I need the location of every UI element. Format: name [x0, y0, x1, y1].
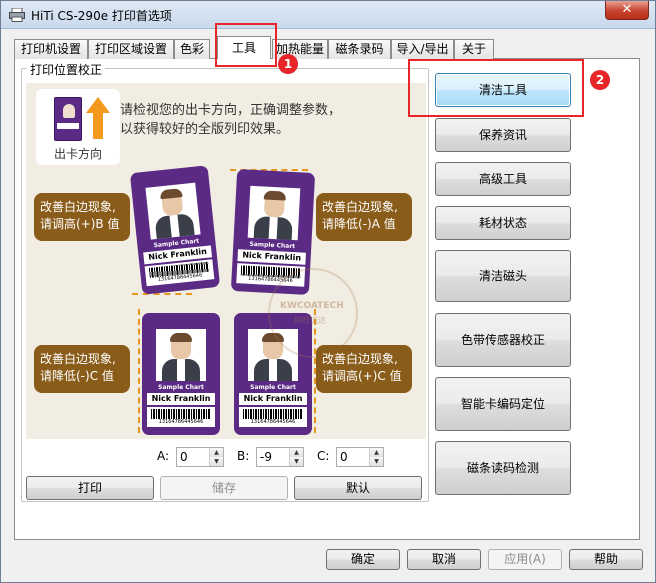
offset-a-up-arrow-icon[interactable]: ▲	[210, 448, 223, 457]
offset-b-value[interactable]: -9	[260, 450, 272, 464]
save-button[interactable]: 储存	[160, 476, 288, 500]
arrow-up-icon	[86, 97, 110, 139]
tab-magstripe-encoding[interactable]: 磁条录码	[328, 39, 391, 59]
watermark-text: KWCOATECH	[280, 301, 344, 311]
bubble-raise-c: 改善白边现象, 请调高(+)C 值	[316, 345, 412, 393]
apply-button[interactable]: 应用(A)	[488, 549, 562, 570]
maintenance-info-button[interactable]: 保养资讯	[435, 118, 571, 152]
bubble-raise-b: 改善白边现象, 请调高(+)B 值	[34, 193, 130, 241]
offset-a-value[interactable]: 0	[180, 450, 188, 464]
intro-text: 请检视您的出卡方向，正确调整参数， 以获得较好的全版列印效果。	[120, 103, 342, 137]
offset-b-down-arrow-icon[interactable]: ▼	[290, 457, 303, 466]
default-button[interactable]: 默认	[294, 476, 422, 500]
printer-preferences-dialog: HiTi CS-290e 打印首选项 ✕ 打印机设置 打印区域设置 色彩 工具 …	[0, 0, 656, 583]
step-marker-1: 1	[278, 54, 298, 74]
magstripe-read-test-button[interactable]: 磁条读码检测	[435, 441, 571, 495]
close-button[interactable]: ✕	[605, 1, 649, 20]
smartcard-encoding-position-button[interactable]: 智能卡编码定位	[435, 377, 571, 431]
bubble-lower-a: 改善白边现象, 请降低(-)A 值	[316, 193, 412, 241]
offset-c-spinner[interactable]: 0 ▲ ▼	[336, 447, 384, 467]
offset-b-spinner[interactable]: -9 ▲ ▼	[256, 447, 304, 467]
group-title: 打印位置校正	[27, 61, 106, 78]
offset-c-label: C:	[317, 449, 330, 463]
tab-print-area[interactable]: 打印区域设置	[88, 39, 174, 59]
cancel-button[interactable]: 取消	[407, 549, 481, 570]
tab-printer-settings[interactable]: 打印机设置	[14, 39, 88, 59]
print-button[interactable]: 打印	[26, 476, 154, 500]
ribbon-sensor-calibration-button[interactable]: 色带传感器校正	[435, 313, 571, 367]
offset-b-up-arrow-icon[interactable]: ▲	[290, 448, 303, 457]
tab-import-export[interactable]: 导入/导出	[391, 39, 454, 59]
offset-b-label: B:	[237, 449, 250, 463]
tab-tools[interactable]: 工具	[217, 36, 271, 59]
mini-card-image	[54, 97, 82, 141]
id-card-bottom-left: Sample Chart Nick Franklin 1316478644564…	[142, 313, 220, 435]
consumables-status-button[interactable]: 耗材状态	[435, 206, 571, 240]
offset-a-down-arrow-icon[interactable]: ▼	[210, 457, 223, 466]
advanced-tools-button[interactable]: 高级工具	[435, 162, 571, 196]
offset-c-up-arrow-icon[interactable]: ▲	[370, 448, 383, 457]
printer-icon	[9, 8, 25, 22]
watermark-subtext: 科旺诚达	[294, 316, 326, 325]
highlight-box-clean-tool	[408, 59, 584, 117]
help-button[interactable]: 帮助	[569, 549, 643, 570]
bubble-lower-c: 改善白边现象, 请降低(-)C 值	[34, 345, 130, 393]
calibration-illustration: 出卡方向 请检视您的出卡方向，正确调整参数， 以获得较好的全版列印效果。 Sam…	[26, 83, 426, 439]
card-direction-box: 出卡方向	[36, 89, 120, 165]
offset-a-label: A:	[157, 449, 170, 463]
clean-magnetic-head-button[interactable]: 清洁磁头	[435, 250, 571, 302]
offset-c-value[interactable]: 0	[340, 450, 348, 464]
step-marker-2: 2	[590, 70, 610, 90]
title-bar: HiTi CS-290e 打印首选项 ✕	[1, 1, 655, 29]
tab-about[interactable]: 关于	[454, 39, 494, 59]
ok-button[interactable]: 确定	[326, 549, 400, 570]
window-title: HiTi CS-290e 打印首选项	[31, 9, 172, 23]
tab-color[interactable]: 色彩	[174, 39, 210, 59]
direction-label: 出卡方向	[53, 147, 102, 161]
offset-a-spinner[interactable]: 0 ▲ ▼	[176, 447, 224, 467]
id-card-top-left: Sample Chart Nick Franklin 1316478644564…	[129, 165, 221, 295]
offset-c-down-arrow-icon[interactable]: ▼	[370, 457, 383, 466]
